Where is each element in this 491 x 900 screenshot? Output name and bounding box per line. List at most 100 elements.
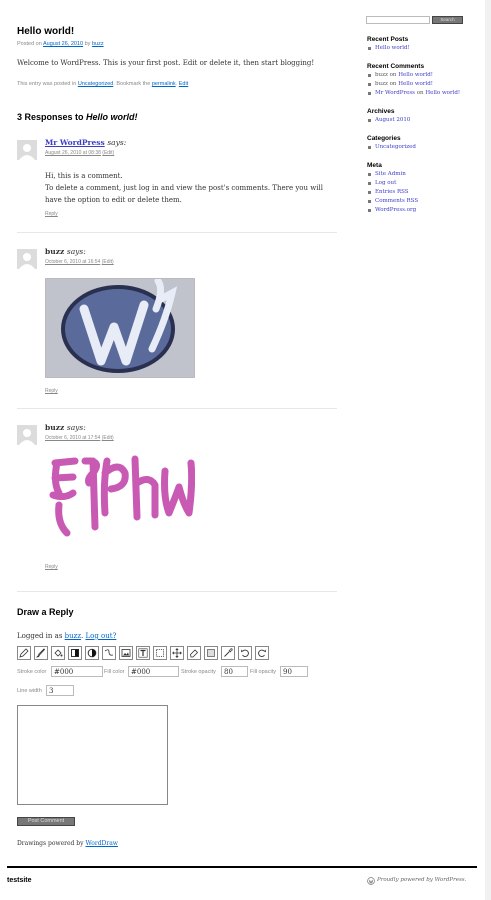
post-date-link[interactable]: August 26, 2010 [43, 41, 83, 47]
comment-divider [17, 232, 337, 233]
recent-comments-title: Recent Comments [367, 63, 425, 70]
list-item: Comments RSS [367, 197, 418, 206]
post-edit-link[interactable]: Edit [179, 81, 188, 87]
redo-icon[interactable] [255, 646, 269, 660]
wordpress-icon [367, 877, 375, 885]
comment-author: buzz [375, 72, 388, 78]
recent-post-link[interactable]: Hello world! [375, 45, 410, 51]
eraser-icon[interactable] [187, 646, 201, 660]
comment-line: Hi, this is a comment. [45, 172, 123, 180]
search-input[interactable] [366, 16, 430, 24]
comment-edit-link[interactable]: (Edit) [102, 435, 114, 441]
comment-author-name: buzz [45, 423, 65, 432]
reply-link[interactable]: Reply [45, 564, 58, 570]
image-icon[interactable] [119, 646, 133, 660]
list-item: Site Admin [367, 170, 418, 179]
logout-link[interactable]: Log out [375, 180, 396, 186]
meta-list: Site Admin Log out Entries RSS Comments … [367, 170, 418, 215]
line-width-input[interactable]: 3 [46, 685, 74, 696]
brush-icon[interactable] [34, 646, 48, 660]
ellipse-icon[interactable] [85, 646, 99, 660]
comment-says: says: [66, 247, 86, 256]
comment-text: Hi, this is a comment. To delete a comme… [45, 170, 330, 206]
curve-icon[interactable] [102, 646, 116, 660]
search-button[interactable]: Search [432, 16, 463, 24]
site-admin-link[interactable]: Site Admin [375, 171, 406, 177]
profile-link[interactable]: buzz [65, 632, 81, 640]
recent-posts-list: Hello world! [367, 44, 410, 53]
post-title[interactable]: Hello world! [17, 26, 74, 37]
stroke-opacity-label: Stroke opacity [181, 669, 216, 675]
undo-icon[interactable] [238, 646, 252, 660]
meta-posted-label: Posted on [17, 41, 42, 47]
comment-divider [17, 591, 337, 592]
comment-reply: Reply [45, 211, 58, 217]
comment-date-link[interactable]: October 6, 2010 at 16:54 [45, 259, 100, 265]
drawing-toolbar [17, 646, 269, 660]
recent-comment-post-link[interactable]: Hello world! [425, 90, 460, 96]
move-icon[interactable] [170, 646, 184, 660]
comments-rss-link[interactable]: Comments RSS [375, 198, 418, 204]
drawings-powered-by: Drawings powered by WordDraw [17, 840, 118, 847]
drawing-canvas[interactable] [17, 705, 168, 805]
fill-opacity-input[interactable]: 90 [280, 666, 308, 677]
meta-by-label: by [84, 41, 91, 47]
list-item: Uncategorized [367, 143, 416, 152]
comment-date-link[interactable]: August 26, 2010 at 08:38 [45, 150, 101, 156]
powered-by-link[interactable]: Proudly powered by WordPress. [377, 877, 466, 883]
comment-date-link[interactable]: October 6, 2010 at 17:54 [45, 435, 100, 441]
comment-edit-link[interactable]: (Edit) [102, 150, 114, 156]
category-link[interactable]: Uncategorized [78, 81, 113, 87]
fill-color-label: Fill color [104, 669, 125, 675]
comment-drawing-wordpress-logo [45, 277, 195, 378]
comment-line: have the option to edit or delete them. [45, 196, 182, 204]
comment: buzz says: October 6, 2010 at 16:54 (Edi… [17, 247, 337, 397]
recent-comment-post-link[interactable]: Hello world! [398, 81, 433, 87]
rectangle-icon[interactable] [68, 646, 82, 660]
avatar [17, 425, 37, 445]
drawings-by-label: Drawings powered by [17, 840, 84, 847]
comment-date: October 6, 2010 at 17:54 (Edit) [45, 435, 114, 441]
text-icon[interactable] [136, 646, 150, 660]
wordpress-org-link[interactable]: WordPress.org [375, 207, 416, 213]
comment-author: Mr WordPress says: [45, 138, 126, 147]
logout-link[interactable]: Log out? [85, 632, 116, 640]
on-label: on [416, 90, 424, 96]
selection-icon[interactable] [153, 646, 167, 660]
on-label: on [389, 81, 397, 87]
reply-link[interactable]: Reply [45, 211, 58, 217]
util-bookmark: . Bookmark the [113, 81, 151, 87]
category-link[interactable]: Uncategorized [375, 144, 416, 150]
permalink-link[interactable]: permalink [152, 81, 176, 87]
post-comment-button[interactable]: Post Comment [17, 817, 75, 826]
stroke-color-input[interactable]: #000 [51, 666, 103, 677]
fill-bucket-icon[interactable] [51, 646, 65, 660]
list-item: buzz on Hello world! [367, 71, 460, 80]
comment-author-link[interactable]: Mr WordPress [45, 138, 105, 147]
pencil-icon[interactable] [17, 646, 31, 660]
comment-author: buzz [375, 81, 388, 87]
clear-icon[interactable] [204, 646, 218, 660]
recent-comment-author-link[interactable]: Mr WordPress [375, 90, 415, 96]
site-name-link[interactable]: testsite [7, 877, 32, 884]
entries-rss-link[interactable]: Entries RSS [375, 189, 409, 195]
comment-says: says: [66, 423, 86, 432]
archives-list: August 2010 [367, 116, 410, 125]
post-meta: Posted on August 26, 2010 by buzz [17, 41, 104, 47]
stroke-opacity-input[interactable]: 80 [221, 666, 248, 677]
archive-link[interactable]: August 2010 [375, 117, 410, 123]
fill-color-input[interactable]: #000 [128, 666, 179, 677]
line-width-label: Line width [17, 688, 42, 694]
list-item: WordPress.org [367, 206, 418, 215]
worddraw-link[interactable]: WordDraw [85, 840, 117, 847]
list-item: Entries RSS [367, 188, 418, 197]
comment-edit-link[interactable]: (Edit) [102, 259, 114, 265]
recent-comment-post-link[interactable]: Hello world! [398, 72, 433, 78]
responses-post-title: Hello world! [86, 112, 138, 122]
recent-comments-list: buzz on Hello world! buzz on Hello world… [367, 71, 460, 98]
list-item: Hello world! [367, 44, 410, 53]
reply-link[interactable]: Reply [45, 388, 58, 394]
post-author-link[interactable]: buzz [92, 41, 104, 47]
comment-drawing-phun-scribble [45, 453, 196, 543]
eyedropper-icon[interactable] [221, 646, 235, 660]
